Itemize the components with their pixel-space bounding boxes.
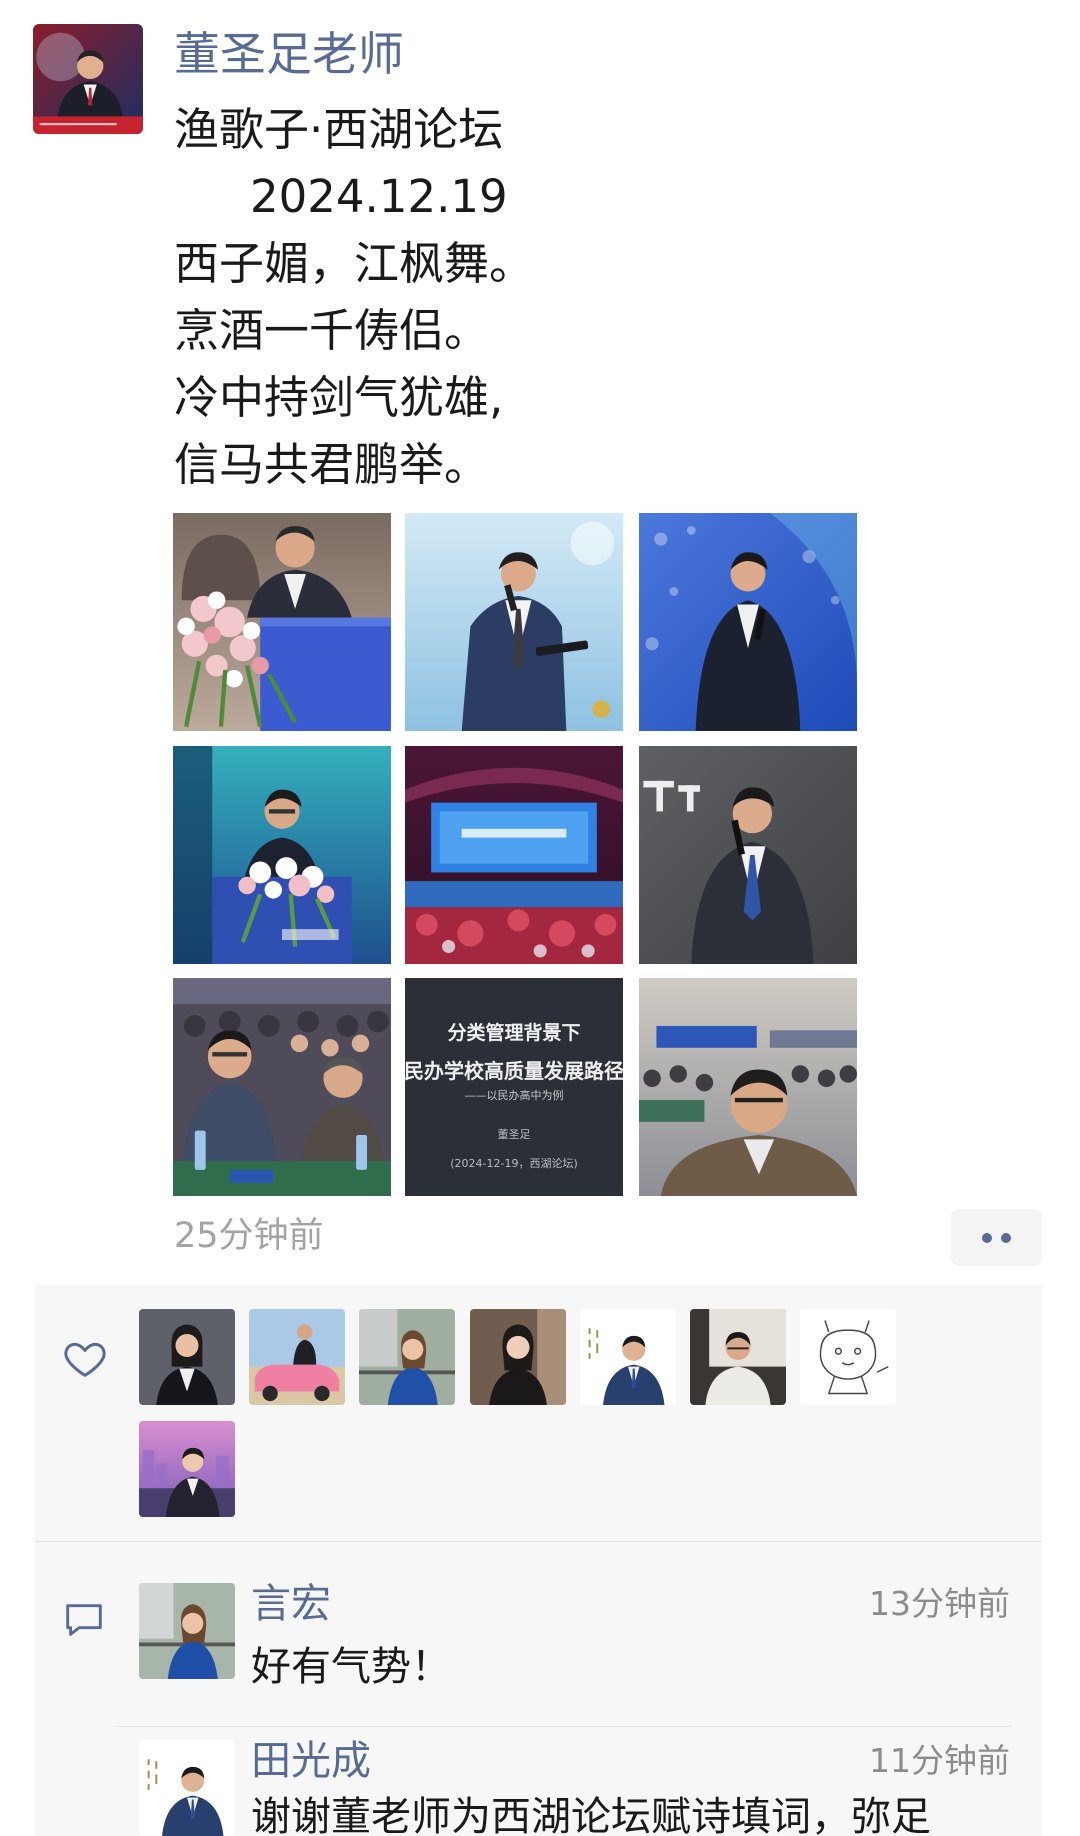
- liker-avatar-image: [359, 1309, 455, 1405]
- photo-9[interactable]: [639, 978, 857, 1196]
- author-avatar[interactable]: [33, 24, 143, 134]
- comment-timestamp: 13分钟前: [869, 1584, 1010, 1623]
- commenter-avatar-image: [139, 1740, 235, 1836]
- liker-avatar[interactable]: [249, 1309, 345, 1405]
- photo-8[interactable]: 分类管理背景下 民办学校高质量发展路径 ——以民办高中为例 董圣足 (2024-…: [405, 978, 623, 1196]
- liker-avatar[interactable]: [139, 1309, 235, 1405]
- photo-speaker-podium-flowers: [173, 513, 391, 731]
- liker-avatar-image: [470, 1309, 566, 1405]
- photo-stage-screen: [405, 746, 623, 964]
- photo-audience: [173, 978, 391, 1196]
- liker-avatar[interactable]: [690, 1309, 786, 1405]
- comment-bubble-icon: [66, 1604, 102, 1636]
- liker-avatar-image: [139, 1421, 235, 1517]
- post-timestamp: 25分钟前: [174, 1216, 324, 1256]
- liker-avatar-image: [800, 1309, 896, 1405]
- photo-7[interactable]: [173, 978, 391, 1196]
- comment-text[interactable]: 好有气势！: [251, 1641, 451, 1693]
- heart-icon: [64, 1342, 106, 1377]
- liker-avatar-image: [249, 1309, 345, 1405]
- slide-title-line-1: 分类管理背景下: [447, 1022, 581, 1044]
- commenter-name[interactable]: 田光成: [251, 1736, 371, 1786]
- photo-4[interactable]: [173, 746, 391, 964]
- liker-avatar[interactable]: [359, 1309, 455, 1405]
- presentation-slide: 分类管理背景下 民办学校高质量发展路径 ——以民办高中为例 董圣足 (2024-…: [405, 978, 623, 1196]
- poem-title: 渔歌子·西湖论坛: [174, 103, 504, 156]
- photo-speaker-teal-podium: [173, 746, 391, 964]
- likes-comments-panel: 言宏 13分钟前 好有气势！ 田光成 11分钟前 谢谢董老师为西湖论坛赋诗填词，…: [35, 1285, 1042, 1836]
- more-dots-icon: [1001, 1232, 1011, 1243]
- liker-avatar[interactable]: [470, 1309, 566, 1405]
- photo-1[interactable]: [173, 513, 391, 731]
- slide-title-line-2: 民办学校高质量发展路径: [405, 1059, 623, 1083]
- commenter-avatar-image: [139, 1583, 235, 1679]
- liker-avatar[interactable]: [139, 1421, 235, 1517]
- poem-line: 西子媚，江枫舞。: [174, 237, 535, 290]
- liker-avatar-image: [580, 1309, 676, 1405]
- photo-5[interactable]: [405, 746, 623, 964]
- commenter-avatar[interactable]: [139, 1740, 235, 1836]
- poem-line: 冷中持剑气犹雄,: [174, 371, 504, 424]
- slide-date: (2024-12-19，西湖论坛): [450, 1157, 578, 1170]
- photo-host-with-mic: [405, 513, 623, 731]
- more-actions-button[interactable]: [951, 1209, 1042, 1266]
- poem-date: 2024.12.19: [250, 170, 508, 223]
- more-dots-icon: [982, 1232, 992, 1243]
- comment-divider: [117, 1726, 1012, 1727]
- photo-3[interactable]: [639, 513, 857, 731]
- photo-selfie-conference: [639, 978, 857, 1196]
- slide-author: 董圣足: [497, 1128, 531, 1141]
- liker-avatar-image: [690, 1309, 786, 1405]
- author-name[interactable]: 董圣足老师: [174, 24, 404, 84]
- author-avatar-image: [33, 24, 143, 134]
- photo-speaker-blue-stage: [639, 513, 857, 731]
- photo-6[interactable]: [639, 746, 857, 964]
- commenter-name[interactable]: 言宏: [251, 1579, 331, 1629]
- slide-subtitle: ——以民办高中为例: [464, 1089, 564, 1102]
- post-text: 渔歌子·西湖论坛 2024.12.19 西子媚，江枫舞。 烹酒一千俦侣。 冷中持…: [174, 96, 534, 498]
- poem-line: 信马共君鹏举。: [174, 438, 490, 491]
- photo-speaker-gray-backdrop: [639, 746, 857, 964]
- comment-timestamp: 11分钟前: [869, 1741, 1010, 1780]
- poem-line: 烹酒一千俦侣。: [174, 304, 490, 357]
- likes-divider: [35, 1541, 1042, 1542]
- liker-avatar[interactable]: [800, 1309, 896, 1405]
- comment-text[interactable]: 谢谢董老师为西湖论坛赋诗填词，弥足: [251, 1791, 931, 1836]
- liker-avatar-image: [139, 1309, 235, 1405]
- commenter-avatar[interactable]: [139, 1583, 235, 1679]
- liker-avatar[interactable]: [580, 1309, 676, 1405]
- photo-2[interactable]: [405, 513, 623, 731]
